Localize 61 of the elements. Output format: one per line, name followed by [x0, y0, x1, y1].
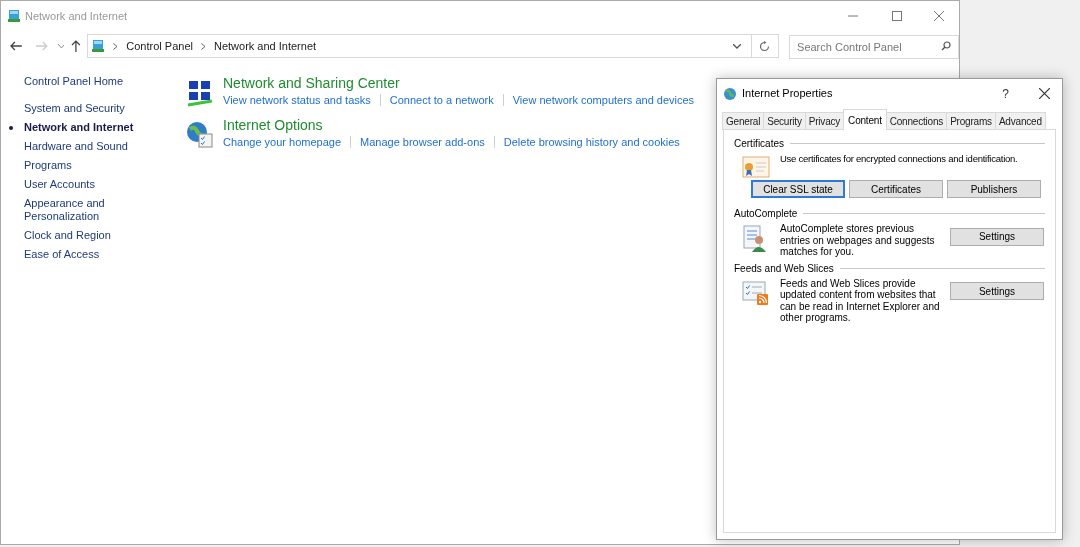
- section-heading: Certificates: [734, 137, 784, 151]
- section-heading: AutoComplete: [734, 207, 798, 221]
- sidebar-link[interactable]: Programs: [24, 159, 163, 172]
- sidebar-link[interactable]: Hardware and Sound: [24, 140, 163, 153]
- breadcrumb-item[interactable]: Network and Internet: [213, 37, 317, 55]
- globe-checklist-icon: [186, 120, 214, 149]
- tab[interactable]: General: [722, 112, 765, 130]
- control-panel-icon: [7, 9, 21, 23]
- window-title: Network and Internet: [25, 8, 128, 24]
- back-icon[interactable]: [10, 41, 22, 51]
- search-icon: [941, 41, 951, 51]
- category-title[interactable]: Internet Options: [223, 116, 680, 134]
- sidebar-link[interactable]: Control Panel Home: [24, 75, 163, 88]
- selected-bullet: [9, 126, 13, 130]
- address-bar[interactable]: Control Panel Network and Internet: [87, 34, 752, 58]
- dialog-button[interactable]: Settings: [950, 282, 1044, 300]
- up-icon[interactable]: [71, 40, 82, 52]
- section-description: AutoComplete stores previous entries on webpages and suggests matches for you.: [780, 223, 936, 258]
- control-panel-icon: [91, 39, 106, 53]
- tab[interactable]: Advanced: [994, 112, 1046, 130]
- chevron-icon: [113, 42, 119, 50]
- sidebar-link[interactable]: User Accounts: [24, 178, 163, 191]
- sidebar-link[interactable]: Ease of Access: [24, 248, 163, 261]
- sidebar-link[interactable]: Clock and Region: [24, 229, 163, 242]
- help-button[interactable]: ?: [1002, 84, 1009, 103]
- section-description: Use certificates for encrypted connections and identification.: [780, 153, 1018, 165]
- dialog-button[interactable]: Settings: [950, 227, 1044, 246]
- task-link[interactable]: View network status and tasks: [223, 92, 371, 109]
- search-field[interactable]: Search Control Panel: [789, 35, 959, 59]
- network-computers-icon: [186, 79, 214, 107]
- dialog-button[interactable]: Publishers: [947, 180, 1041, 198]
- sidebar-link[interactable]: Appearance and Personalization: [24, 197, 163, 223]
- close-icon[interactable]: [1039, 88, 1050, 99]
- dialog-button[interactable]: Clear SSL state: [751, 180, 845, 198]
- category-title[interactable]: Network and Sharing Center: [223, 75, 695, 92]
- task-link[interactable]: Connect to a network: [389, 92, 494, 109]
- dialog-button[interactable]: Certificates: [849, 180, 943, 198]
- task-link[interactable]: View network computers and devices: [512, 92, 695, 109]
- maximize-icon[interactable]: [892, 11, 902, 21]
- tab[interactable]: Programs: [946, 112, 996, 130]
- section-heading: Feeds and Web Slices: [734, 261, 834, 276]
- task-link[interactable]: Change your homepage: [223, 133, 342, 150]
- refresh-icon: [759, 40, 771, 52]
- task-link[interactable]: Delete browsing history and cookies: [503, 133, 680, 150]
- globe-icon: [723, 86, 737, 101]
- dialog-title: Internet Properties: [742, 86, 833, 102]
- section-description: Feeds and Web Slices provide updated content from websites that can be read in Internet Explorer and other programs.: [780, 277, 940, 324]
- refresh-button[interactable]: [751, 34, 780, 58]
- certificate-icon: [742, 155, 770, 179]
- chevron-icon: [200, 42, 206, 50]
- tab[interactable]: Connections: [885, 112, 948, 130]
- tab[interactable]: Content: [843, 109, 887, 130]
- tab[interactable]: Privacy: [804, 112, 845, 130]
- checklist-feed-icon: [742, 279, 770, 306]
- task-link[interactable]: Manage browser add-ons: [360, 133, 485, 150]
- sidebar-link[interactable]: Network and Internet: [24, 121, 163, 134]
- sidebar-link[interactable]: System and Security: [24, 102, 163, 115]
- dropdown-icon[interactable]: [732, 43, 741, 49]
- breadcrumb-item[interactable]: Control Panel: [126, 37, 193, 55]
- tab[interactable]: Security: [763, 112, 806, 130]
- document-person-icon: [742, 225, 768, 253]
